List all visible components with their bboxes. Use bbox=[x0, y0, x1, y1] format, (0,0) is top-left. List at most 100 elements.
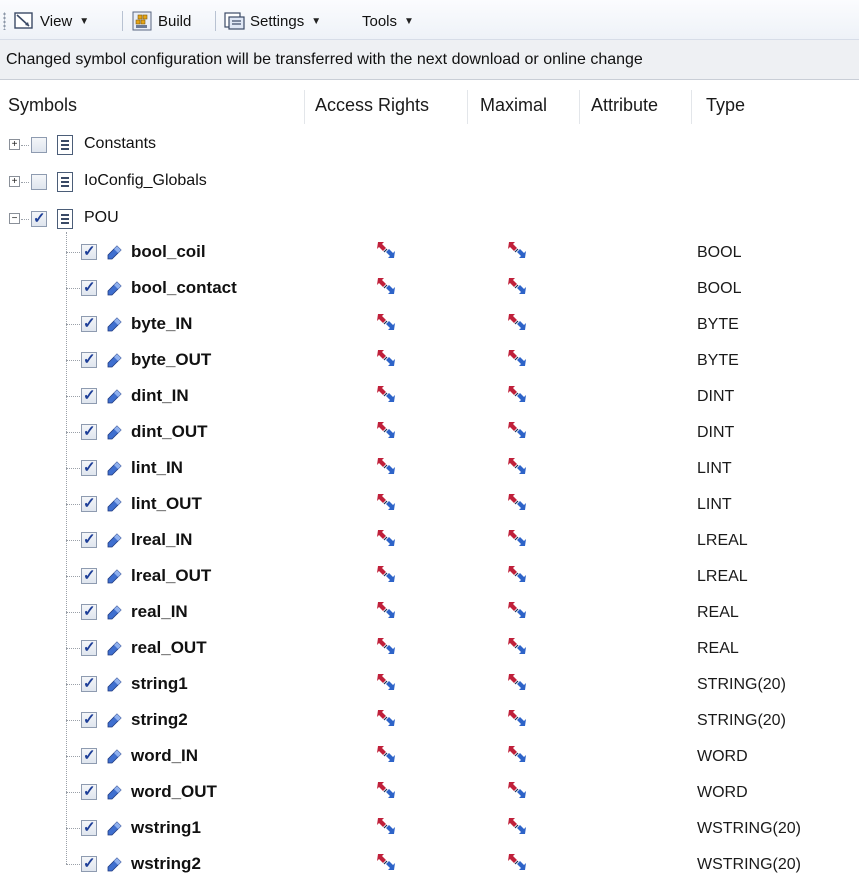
variable-checkbox[interactable] bbox=[81, 854, 97, 872]
toolbar-separator bbox=[122, 11, 123, 31]
expand-toggle-icon[interactable]: + bbox=[9, 139, 20, 150]
column-header-type[interactable]: Type bbox=[706, 82, 745, 128]
tree-group-row[interactable]: − POU bbox=[0, 201, 859, 237]
variable-row[interactable]: lreal_OUT LREAL bbox=[0, 558, 859, 594]
access-rights-icon[interactable] bbox=[375, 852, 397, 872]
variable-checkbox[interactable] bbox=[81, 602, 97, 620]
variable-row[interactable]: string1 STRING(20) bbox=[0, 666, 859, 702]
access-rights-icon[interactable] bbox=[375, 636, 397, 656]
variable-row[interactable]: wstring1 WSTRING(20) bbox=[0, 810, 859, 846]
variable-type: REAL bbox=[697, 640, 739, 657]
access-rights-icon[interactable] bbox=[375, 240, 397, 260]
access-rights-icon[interactable] bbox=[375, 564, 397, 584]
variable-row[interactable]: bool_coil BOOL bbox=[0, 234, 859, 270]
settings-menu-button[interactable]: Settings ▼ bbox=[224, 9, 321, 33]
variable-checkbox[interactable] bbox=[81, 386, 97, 404]
access-rights-icon[interactable] bbox=[375, 456, 397, 476]
build-button[interactable]: Build bbox=[132, 9, 191, 33]
variable-checkbox[interactable] bbox=[81, 350, 97, 368]
variable-name: real_IN bbox=[131, 602, 188, 621]
access-rights-icon[interactable] bbox=[375, 708, 397, 728]
variable-checkbox[interactable] bbox=[81, 566, 97, 584]
access-rights-icon[interactable] bbox=[375, 492, 397, 512]
access-rights-icon[interactable] bbox=[375, 312, 397, 332]
access-rights-icon[interactable] bbox=[375, 348, 397, 368]
variable-name: wstring1 bbox=[131, 818, 201, 837]
column-divider[interactable] bbox=[691, 90, 692, 124]
access-rights-icon[interactable] bbox=[375, 816, 397, 836]
access-rights-icon[interactable] bbox=[375, 384, 397, 404]
variable-checkbox[interactable] bbox=[81, 278, 97, 296]
group-label: IoConfig_Globals bbox=[84, 172, 207, 189]
variable-name: lreal_OUT bbox=[131, 566, 212, 585]
variable-row[interactable]: dint_OUT DINT bbox=[0, 414, 859, 450]
variable-row[interactable]: lint_IN LINT bbox=[0, 450, 859, 486]
variable-checkbox[interactable] bbox=[81, 638, 97, 656]
column-divider[interactable] bbox=[304, 90, 305, 124]
variable-type: LINT bbox=[697, 496, 732, 513]
variable-checkbox[interactable] bbox=[81, 530, 97, 548]
access-rights-icon[interactable] bbox=[375, 276, 397, 296]
tree-group-row[interactable]: + Constants bbox=[0, 127, 859, 163]
tree-group-row[interactable]: + IoConfig_Globals bbox=[0, 164, 859, 200]
access-rights-icon[interactable] bbox=[375, 528, 397, 548]
collapse-toggle-icon[interactable]: − bbox=[9, 213, 20, 224]
group-checkbox[interactable] bbox=[31, 209, 47, 227]
variable-checkbox[interactable] bbox=[81, 242, 97, 260]
variable-row[interactable]: dint_IN DINT bbox=[0, 378, 859, 414]
variable-checkbox[interactable] bbox=[81, 818, 97, 836]
column-header-symbols[interactable]: Symbols bbox=[8, 82, 77, 128]
variable-row[interactable]: byte_OUT BYTE bbox=[0, 342, 859, 378]
variable-icon bbox=[106, 533, 122, 549]
tools-menu-button[interactable]: Tools ▼ bbox=[362, 9, 414, 33]
variable-icon bbox=[106, 821, 122, 837]
variable-checkbox[interactable] bbox=[81, 494, 97, 512]
variable-checkbox[interactable] bbox=[81, 674, 97, 692]
variable-checkbox[interactable] bbox=[81, 782, 97, 800]
column-header-access-rights[interactable]: Access Rights bbox=[315, 82, 429, 128]
variable-checkbox[interactable] bbox=[81, 422, 97, 440]
maximal-access-icon bbox=[506, 312, 528, 332]
toolbar-grip[interactable] bbox=[3, 12, 6, 30]
access-rights-icon[interactable] bbox=[375, 672, 397, 692]
maximal-access-icon bbox=[506, 420, 528, 440]
variable-checkbox[interactable] bbox=[81, 710, 97, 728]
variable-name: word_IN bbox=[131, 746, 199, 765]
tree-line bbox=[66, 504, 80, 505]
variable-type: BYTE bbox=[697, 316, 739, 333]
group-checkbox[interactable] bbox=[31, 137, 47, 153]
variable-row[interactable]: real_IN REAL bbox=[0, 594, 859, 630]
variable-row[interactable]: bool_contact BOOL bbox=[0, 270, 859, 306]
variable-row[interactable]: lreal_IN LREAL bbox=[0, 522, 859, 558]
variable-checkbox[interactable] bbox=[81, 746, 97, 764]
variable-row[interactable]: byte_IN BYTE bbox=[0, 306, 859, 342]
tree-line bbox=[21, 145, 29, 146]
variable-row[interactable]: lint_OUT LINT bbox=[0, 486, 859, 522]
variable-row[interactable]: word_OUT WORD bbox=[0, 774, 859, 810]
access-rights-icon[interactable] bbox=[375, 744, 397, 764]
view-menu-button[interactable]: View ▼ bbox=[14, 9, 89, 33]
variable-row[interactable]: word_IN WORD bbox=[0, 738, 859, 774]
access-rights-icon[interactable] bbox=[375, 420, 397, 440]
view-icon bbox=[14, 11, 34, 31]
maximal-access-icon bbox=[506, 528, 528, 548]
variable-checkbox[interactable] bbox=[81, 458, 97, 476]
variable-type: DINT bbox=[697, 388, 735, 405]
access-rights-icon[interactable] bbox=[375, 780, 397, 800]
column-divider[interactable] bbox=[467, 90, 468, 124]
access-rights-icon[interactable] bbox=[375, 600, 397, 620]
group-checkbox[interactable] bbox=[31, 174, 47, 190]
variable-icon bbox=[106, 641, 122, 657]
column-header-maximal[interactable]: Maximal bbox=[480, 82, 547, 128]
maximal-access-icon bbox=[506, 636, 528, 656]
variable-row[interactable]: wstring2 WSTRING(20) bbox=[0, 846, 859, 877]
variable-row[interactable]: string2 STRING(20) bbox=[0, 702, 859, 738]
column-divider[interactable] bbox=[579, 90, 580, 124]
variable-checkbox[interactable] bbox=[81, 314, 97, 332]
tree-line bbox=[66, 468, 80, 469]
variable-type: LINT bbox=[697, 460, 732, 477]
variable-row[interactable]: real_OUT REAL bbox=[0, 630, 859, 666]
column-header-attribute[interactable]: Attribute bbox=[591, 82, 658, 128]
tree-line bbox=[66, 828, 80, 829]
expand-toggle-icon[interactable]: + bbox=[9, 176, 20, 187]
